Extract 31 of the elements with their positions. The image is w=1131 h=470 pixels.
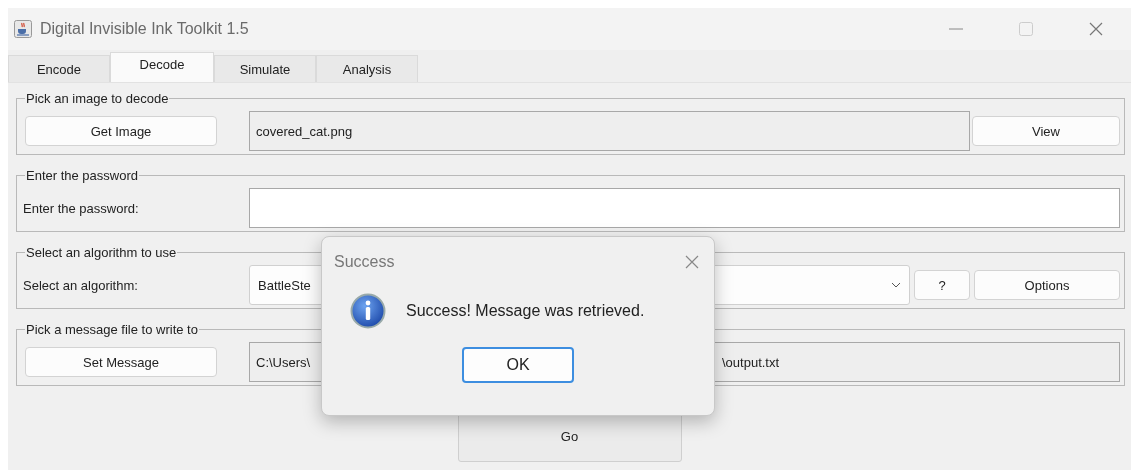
tab[interactable]: Simulate (214, 55, 316, 82)
view-button[interactable]: View (972, 116, 1120, 146)
close-icon (1088, 21, 1104, 37)
path-field[interactable]: covered_cat.png (249, 111, 970, 151)
field-label: Select an algorithm: (23, 277, 138, 293)
field-text: covered_cat.png (256, 123, 353, 139)
group-title: Select an algorithm to use (25, 245, 178, 260)
info-icon (350, 293, 386, 329)
dialog-title: Success (334, 253, 395, 271)
field-label: Enter the password: (23, 200, 139, 216)
tab[interactable]: Analysis (316, 55, 418, 82)
tab[interactable]: Decode (110, 52, 214, 82)
ok-button[interactable]: OK (462, 347, 574, 383)
field-text: \output.txt (722, 354, 780, 370)
group-title: Pick an image to decode (25, 91, 170, 106)
cup-icon (14, 20, 32, 38)
group-title: Pick a message file to write to (25, 322, 199, 337)
group-title: Enter the password (25, 168, 139, 183)
minimize-icon (949, 28, 963, 30)
button[interactable]: Get Image (25, 116, 217, 146)
button[interactable]: Set Message (25, 347, 217, 377)
window-title: Digital Invisible Ink Toolkit 1.5 (40, 20, 250, 38)
options-button[interactable]: Options (974, 270, 1120, 300)
tab[interactable]: Encode (8, 55, 110, 82)
help-button[interactable]: ? (914, 270, 970, 300)
dialog-message: Success! Message was retrieved. (406, 302, 645, 320)
maximize-icon (1019, 22, 1033, 36)
field-text: C:\Users\ (256, 354, 311, 370)
chevron-down-icon (891, 282, 901, 288)
close-icon[interactable] (684, 254, 700, 270)
password-field[interactable] (249, 188, 1120, 228)
